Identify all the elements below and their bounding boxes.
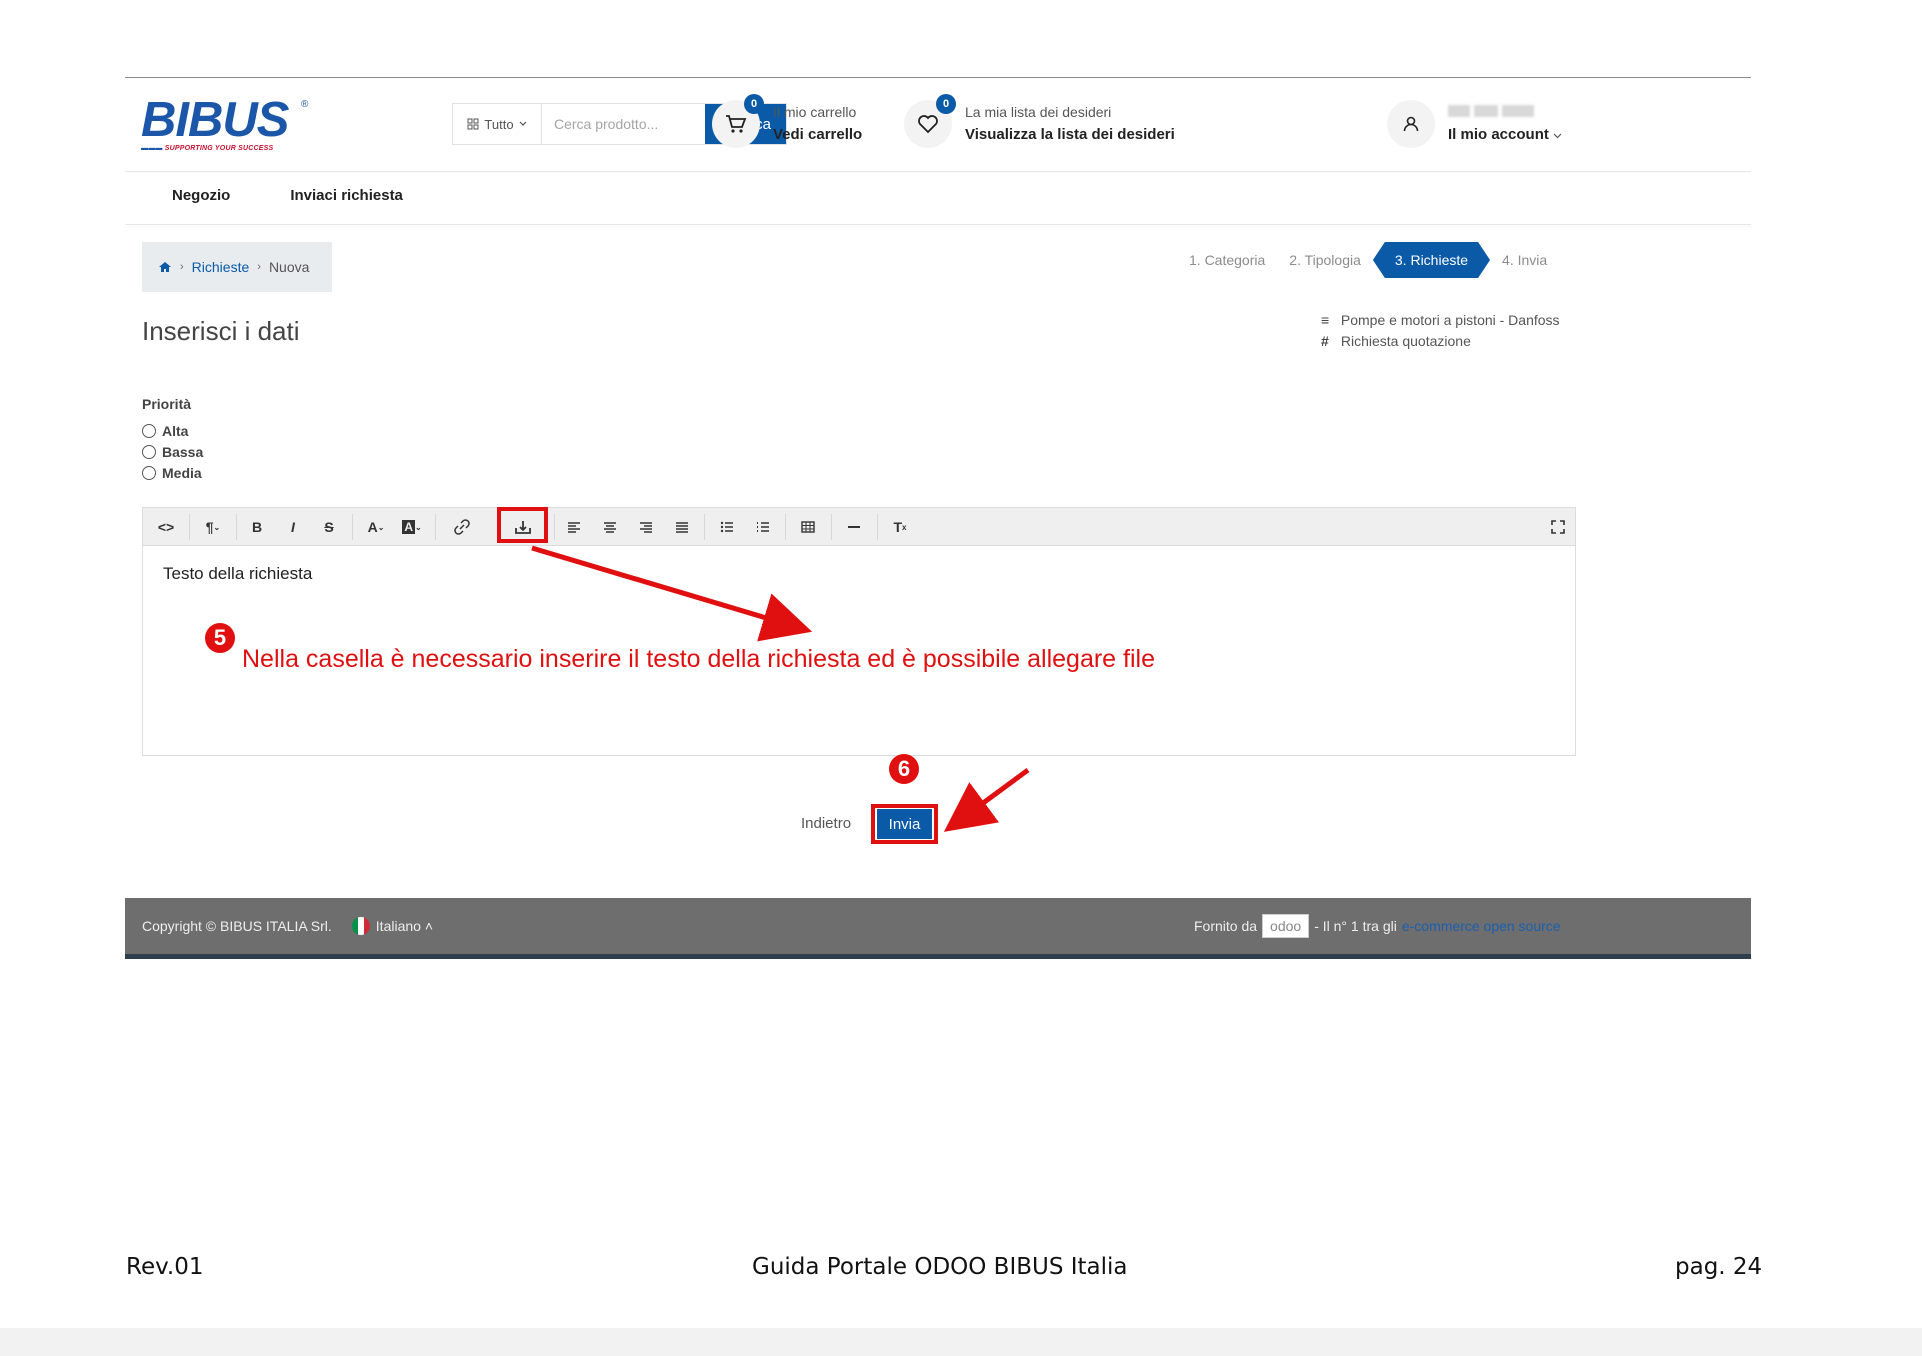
doc-title: Guida Portale ODOO BIBUS Italia: [752, 1254, 1128, 1280]
back-link[interactable]: Indietro: [801, 815, 851, 832]
odoo-logo[interactable]: odoo: [1262, 914, 1310, 938]
portal-screenshot: BIBUS ® ▬▬▬ SUPPORTING YOUR SUCCESS Tutt…: [125, 78, 1751, 959]
language-selector[interactable]: Italiano ˄: [376, 918, 433, 934]
footer-copyright: Copyright © BIBUS ITALIA Srl.: [142, 918, 332, 934]
arrow-to-send-button: [943, 767, 1030, 832]
footer-slogan: - Il n° 1 tra gli: [1314, 918, 1397, 934]
footer-bottom-strip: [125, 954, 1751, 959]
site-footer: Copyright © BIBUS ITALIA Srl. Italiano ˄…: [125, 898, 1751, 959]
arrow-to-editor: [531, 545, 813, 642]
page-bottom-band: [0, 1328, 1922, 1356]
doc-revision: Rev.01: [126, 1254, 204, 1280]
italian-flag-icon: [351, 917, 370, 935]
annotation-arrows: [531, 545, 1030, 832]
send-button[interactable]: Invia: [877, 809, 932, 839]
footer-powered-by: Fornito da: [1194, 918, 1258, 934]
doc-page-number: pag. 24: [1675, 1254, 1763, 1280]
send-highlight-box: Invia: [871, 804, 938, 844]
annotation-number-6: 6: [889, 754, 919, 784]
footer-ecommerce-link[interactable]: e-commerce open source: [1402, 918, 1561, 934]
